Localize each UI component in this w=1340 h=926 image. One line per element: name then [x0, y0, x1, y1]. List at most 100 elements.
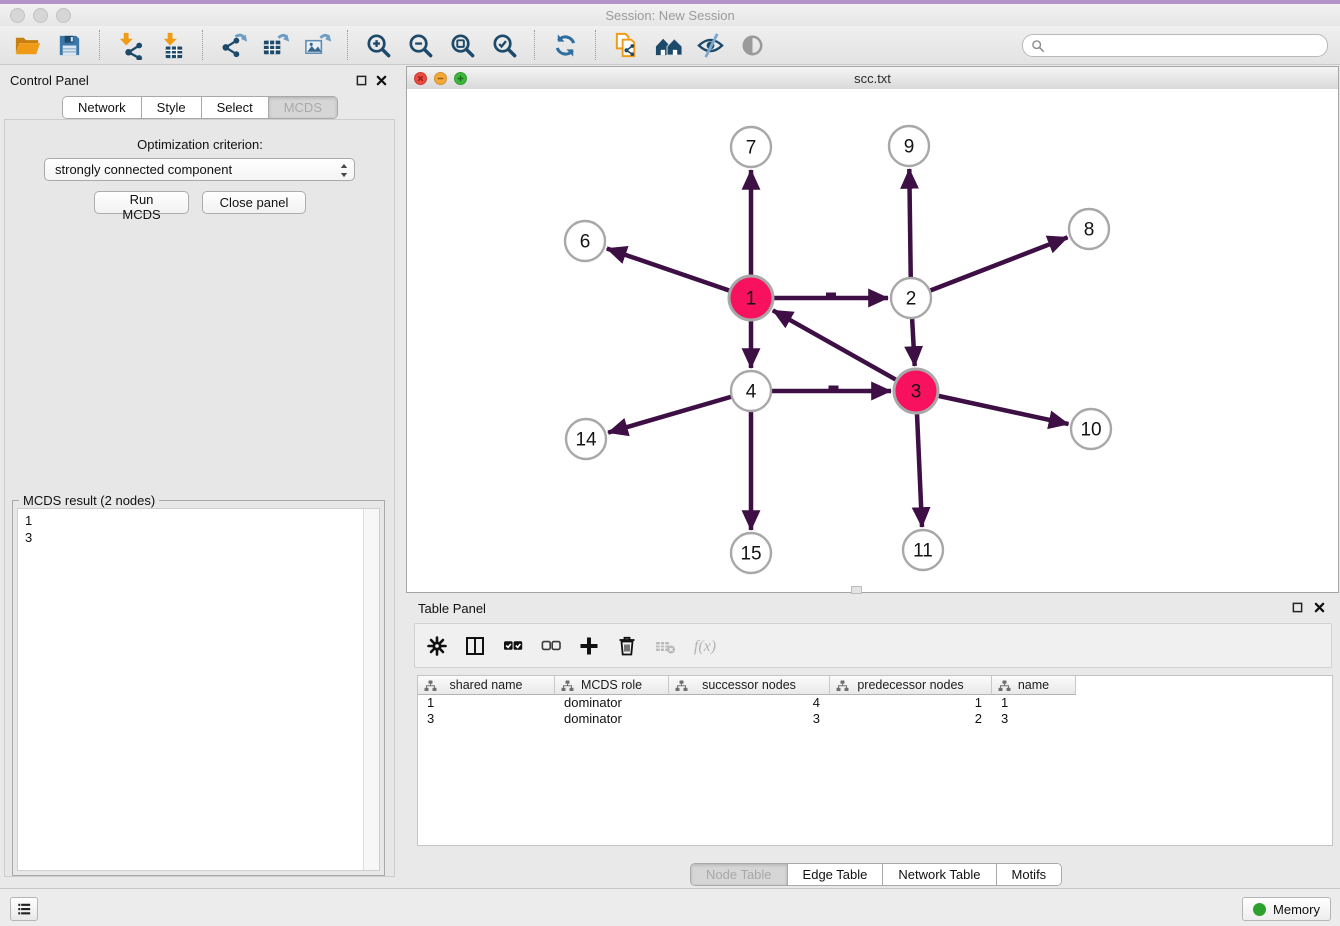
tab-select[interactable]: Select	[202, 97, 269, 118]
search-input[interactable]	[1050, 37, 1319, 54]
export-table-icon[interactable]	[259, 28, 291, 62]
table-cell[interactable]: 4	[669, 695, 830, 711]
edge-4-14[interactable]	[608, 391, 751, 433]
node-10[interactable]: 10	[1071, 409, 1111, 449]
zoom-fit-icon[interactable]	[446, 28, 478, 62]
select-all-icon[interactable]	[501, 634, 525, 658]
open-folder-icon[interactable]	[11, 28, 43, 62]
table-cell[interactable]: 3	[669, 711, 830, 727]
float-table-panel-icon[interactable]	[1291, 601, 1304, 614]
mcds-result-line: 3	[25, 529, 357, 546]
table-row[interactable]: 1dominator411	[418, 695, 1332, 711]
node-9[interactable]: 9	[889, 126, 929, 166]
control-panel-title: Control Panel	[10, 73, 89, 88]
task-list-button[interactable]	[10, 897, 38, 921]
column-header-name[interactable]: name	[992, 676, 1076, 695]
trash-icon[interactable]	[615, 634, 639, 658]
table-cell[interactable]: 1	[418, 695, 555, 711]
tab-node-table[interactable]: Node Table	[691, 864, 788, 885]
control-panel-tabs: NetworkStyleSelectMCDS	[0, 96, 400, 119]
mcds-result-textarea[interactable]: 13	[17, 508, 380, 871]
search-field[interactable]	[1022, 34, 1328, 57]
node-2[interactable]: 2	[891, 278, 931, 318]
tab-motifs[interactable]: Motifs	[997, 864, 1062, 885]
tab-network-table[interactable]: Network Table	[883, 864, 996, 885]
optimization-dropdown-value: strongly connected component	[55, 162, 232, 177]
node-1[interactable]: 1	[729, 276, 773, 320]
table-row[interactable]: 3dominator323	[418, 711, 1332, 727]
clear-selection-icon[interactable]	[539, 634, 563, 658]
memory-button[interactable]: Memory	[1242, 897, 1331, 921]
close-panel-icon[interactable]	[375, 74, 388, 87]
svg-text:7: 7	[746, 138, 757, 159]
add-icon[interactable]	[577, 634, 601, 658]
result-scrollbar[interactable]	[363, 509, 379, 870]
float-panel-icon[interactable]	[355, 74, 368, 87]
column-header-successor-nodes[interactable]: successor nodes	[669, 676, 830, 695]
zoom-in-icon[interactable]	[362, 28, 394, 62]
close-table-panel-icon[interactable]	[1313, 601, 1326, 614]
column-header-shared-name[interactable]: shared name	[418, 676, 555, 695]
tab-network[interactable]: Network	[63, 97, 142, 118]
network-view-window: scc.txt 7 9 6 8 1 2 4 3 14 10 15 11	[406, 66, 1339, 593]
refresh-icon[interactable]	[549, 28, 581, 62]
zoom-selected-icon[interactable]	[488, 28, 520, 62]
column-type-icon	[836, 680, 849, 695]
network-window-titlebar: scc.txt	[407, 67, 1338, 90]
column-type-icon	[998, 680, 1011, 695]
gear-icon[interactable]	[425, 634, 449, 658]
svg-text:1: 1	[746, 289, 757, 310]
table-cell[interactable]: 2	[830, 711, 992, 727]
main-toolbar	[0, 26, 1340, 65]
network-window-title: scc.txt	[407, 71, 1338, 86]
mcds-result-line: 1	[25, 512, 357, 529]
node-14[interactable]: 14	[566, 419, 606, 459]
network-canvas[interactable]: 7 9 6 8 1 2 4 3 14 10 15 11	[407, 89, 1338, 592]
svg-text:2: 2	[906, 289, 917, 310]
table-cell[interactable]: dominator	[555, 711, 669, 727]
eye-icon[interactable]	[736, 28, 768, 62]
node-3[interactable]: 3	[894, 369, 938, 413]
split-pane-divider-handle[interactable]	[851, 586, 862, 594]
node-6[interactable]: 6	[565, 221, 605, 261]
table-cell[interactable]: 3	[418, 711, 555, 727]
toolbar-separator	[347, 30, 348, 60]
import-network-icon[interactable]	[114, 28, 146, 62]
import-table-icon[interactable]	[156, 28, 188, 62]
optimization-dropdown[interactable]: strongly connected component	[44, 158, 355, 181]
column-header-predecessor-nodes[interactable]: predecessor nodes	[830, 676, 992, 695]
node-11[interactable]: 11	[903, 530, 943, 570]
node-15[interactable]: 15	[731, 533, 771, 573]
split-columns-icon[interactable]	[463, 634, 487, 658]
column-type-icon	[675, 680, 688, 695]
table-cell[interactable]: dominator	[555, 695, 669, 711]
table-cell[interactable]: 1	[992, 695, 1076, 711]
optimization-criterion-label: Optimization criterion:	[0, 137, 400, 152]
svg-text:10: 10	[1080, 420, 1101, 441]
tab-style[interactable]: Style	[142, 97, 202, 118]
export-network-icon[interactable]	[217, 28, 249, 62]
table-toolbar: f(x)	[414, 623, 1332, 668]
save-icon[interactable]	[53, 28, 85, 62]
column-header-MCDS-role[interactable]: MCDS role	[555, 676, 669, 695]
edge-3-1[interactable]	[773, 310, 916, 391]
tab-edge-table[interactable]: Edge Table	[788, 864, 884, 885]
table-cell[interactable]: 1	[830, 695, 992, 711]
edge-2-8[interactable]	[911, 237, 1068, 298]
toolbar-separator	[595, 30, 596, 60]
close-panel-button[interactable]: Close panel	[202, 191, 306, 214]
houses-icon[interactable]	[652, 28, 684, 62]
node-7[interactable]: 7	[731, 127, 771, 167]
tab-mcds[interactable]: MCDS	[269, 97, 337, 118]
node-8[interactable]: 8	[1069, 209, 1109, 249]
zoom-out-icon[interactable]	[404, 28, 436, 62]
eye-slash-icon[interactable]	[694, 28, 726, 62]
table-cell[interactable]: 3	[992, 711, 1076, 727]
column-label: predecessor nodes	[857, 678, 963, 692]
toolbar-separator	[99, 30, 100, 60]
mcds-result-box: MCDS result (2 nodes) 13	[12, 500, 385, 876]
copy-network-icon[interactable]	[610, 28, 642, 62]
node-4[interactable]: 4	[731, 371, 771, 411]
run-mcds-button[interactable]: Run MCDS	[94, 191, 189, 214]
export-image-icon[interactable]	[301, 28, 333, 62]
